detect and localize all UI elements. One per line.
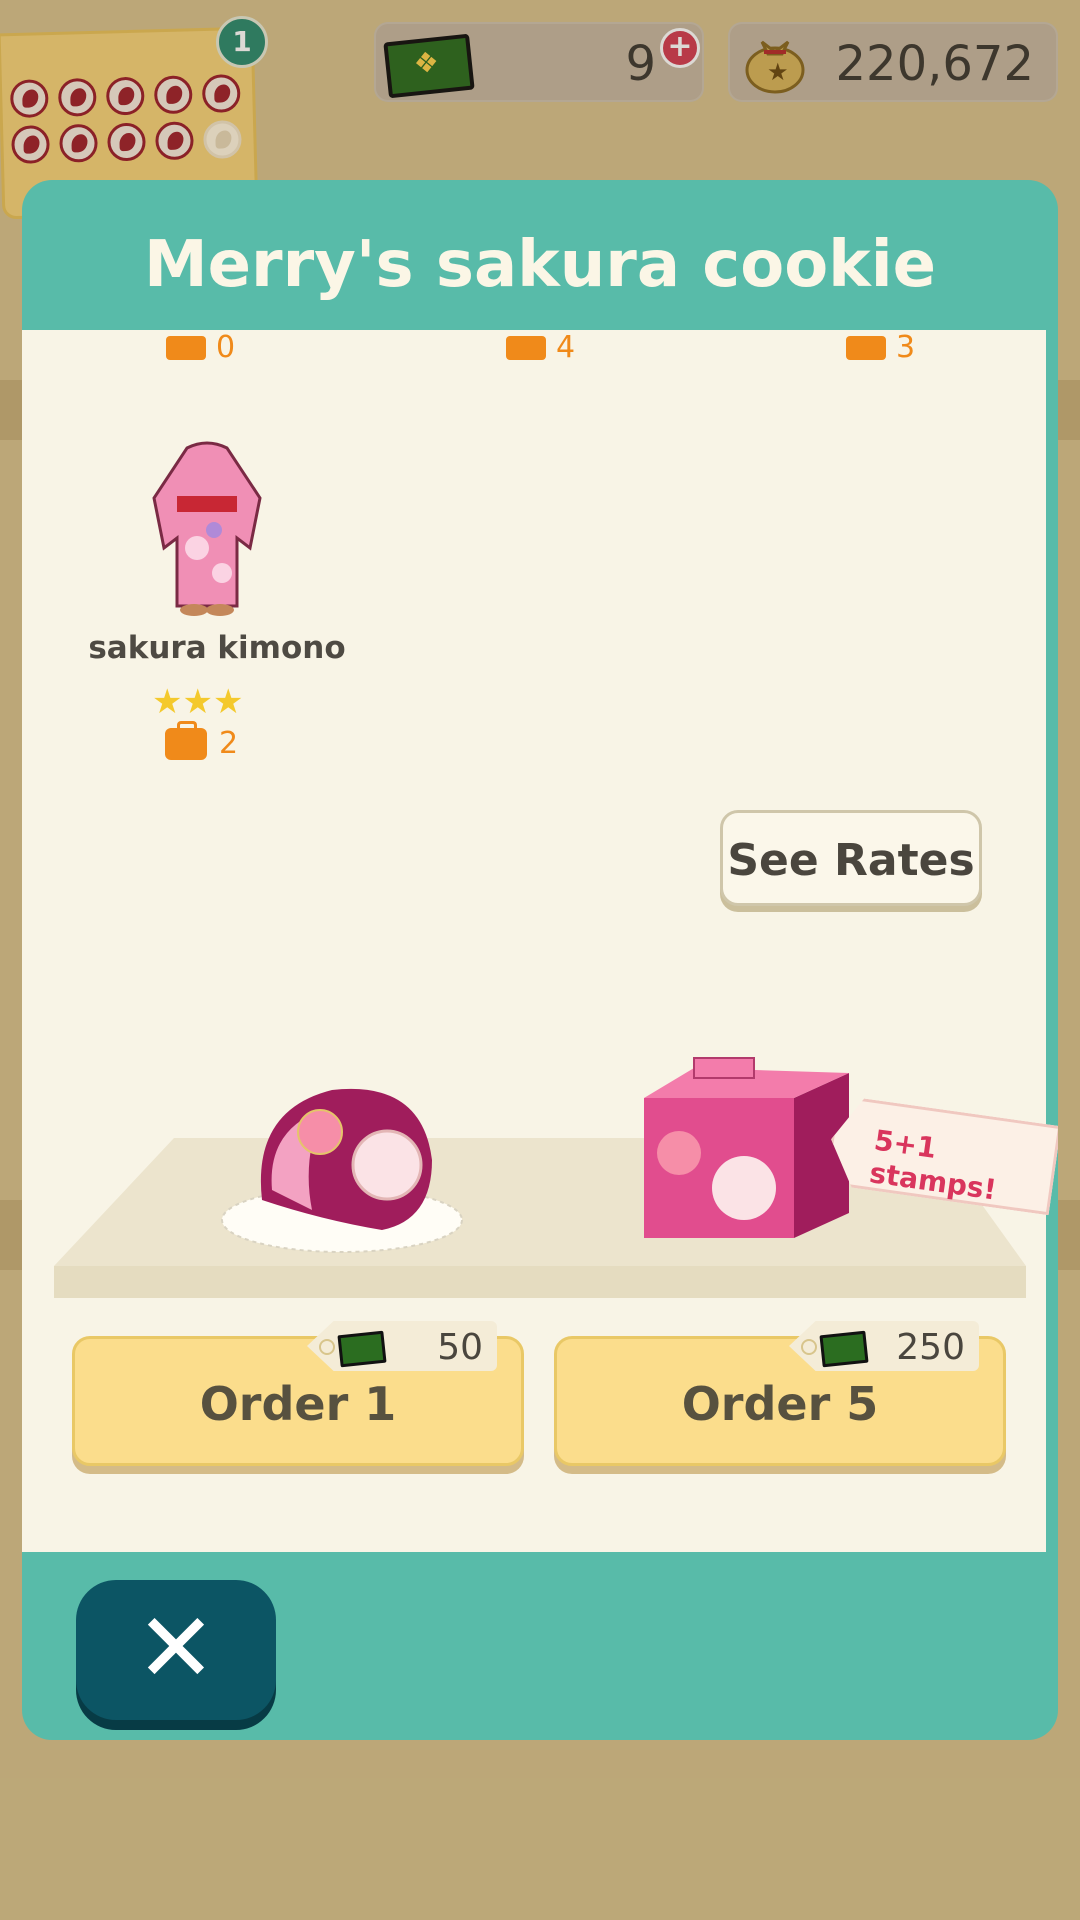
tag-hole — [801, 1339, 817, 1355]
case-icon — [165, 720, 207, 760]
modal-title: Merry's sakura cookie — [143, 228, 937, 302]
close-button[interactable]: ✕ — [76, 1580, 276, 1720]
item-count: 0 — [216, 330, 236, 365]
case-icon — [166, 335, 206, 360]
tag-hole — [319, 1339, 335, 1355]
rarity-stars: ★★★ — [152, 682, 244, 722]
item-name: sakura kimono — [88, 630, 346, 666]
item-count-partial: 3 — [846, 330, 916, 365]
see-rates-button[interactable]: See Rates — [720, 810, 982, 906]
modal-content: 0 4 3 sakura kimono ★★★ 2 See Rates 5+1 … — [22, 330, 1046, 1552]
cookie-box-image[interactable] — [634, 1048, 854, 1248]
item-count-partial: 4 — [506, 330, 576, 365]
order-5-button[interactable]: 250 Order 5 — [554, 1321, 1006, 1466]
leaf-ticket-icon — [337, 1330, 387, 1368]
item-quantity: 2 — [165, 720, 239, 761]
item-count: 2 — [219, 726, 239, 761]
fortune-cookie-image[interactable] — [202, 1070, 482, 1260]
item-count-partial: 0 — [166, 330, 236, 365]
price-tag: 50 — [307, 1321, 497, 1371]
price-value: 250 — [896, 1327, 965, 1368]
cookie-modal: Merry's sakura cookie 0 4 3 sakura kimon… — [22, 180, 1058, 1740]
close-icon: ✕ — [135, 1592, 217, 1704]
order-label: Order 1 — [199, 1377, 397, 1431]
case-icon — [506, 335, 546, 360]
leaf-ticket-icon — [819, 1330, 869, 1368]
item-count: 4 — [556, 330, 576, 365]
case-icon — [846, 335, 886, 360]
item-count: 3 — [896, 330, 916, 365]
order-1-button[interactable]: 50 Order 1 — [72, 1321, 524, 1466]
sakura-kimono-image[interactable] — [142, 438, 272, 618]
order-label: Order 5 — [681, 1377, 879, 1431]
price-tag: 250 — [789, 1321, 979, 1371]
price-value: 50 — [437, 1327, 483, 1368]
